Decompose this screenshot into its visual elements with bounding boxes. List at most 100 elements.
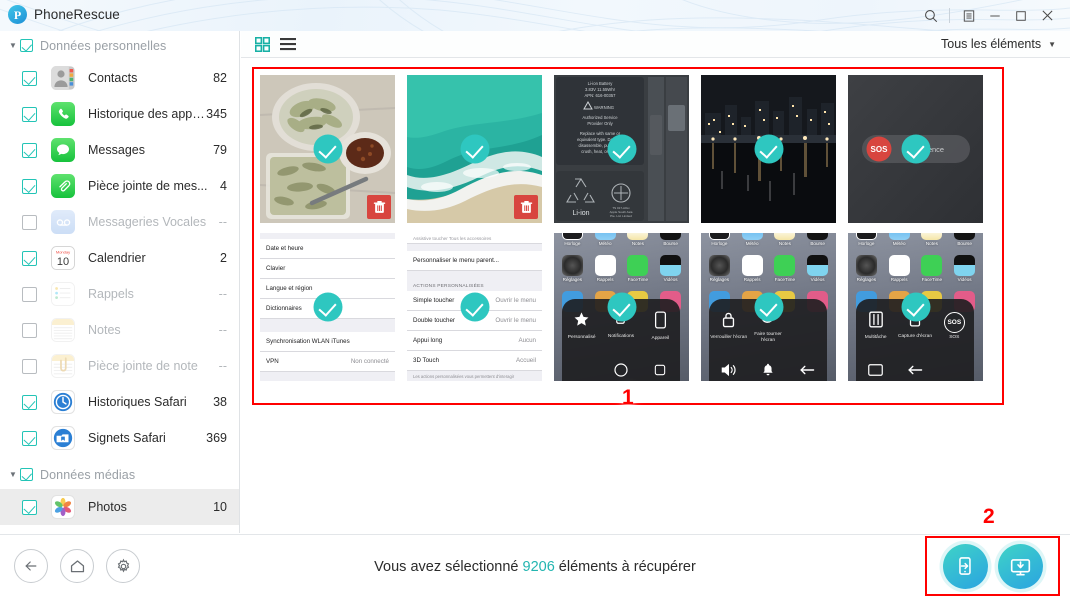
selected-check-icon[interactable]	[313, 134, 342, 164]
photo-thumbnail[interactable]: Li-ion Battery 3.83V 11.55Whr APN: 616-0…	[554, 75, 689, 223]
selected-check-icon[interactable]	[460, 134, 489, 164]
sidebar-item-message-attachment[interactable]: Pièce jointe de mes... 4	[0, 168, 239, 204]
recover-to-computer-button[interactable]	[997, 543, 1043, 589]
item-checkbox[interactable]	[22, 106, 37, 122]
sidebar-item-voicemail[interactable]: Messageries Vocales --	[0, 204, 239, 240]
maximize-icon[interactable]	[1008, 0, 1034, 31]
trash-icon[interactable]	[367, 195, 391, 219]
sidebar-item-messages[interactable]: Messages 79	[0, 132, 239, 168]
ios-row: Clavier	[260, 259, 395, 279]
sidebar-item-notes[interactable]: Notes --	[0, 312, 239, 348]
chevron-down-icon[interactable]: ▼	[6, 470, 20, 479]
list-view-icon[interactable]	[280, 37, 296, 51]
sidebar-item-call-history[interactable]: Historique des appels 345	[0, 96, 239, 132]
grid-view-icon[interactable]	[255, 36, 270, 52]
sidebar-item-label: Notes	[88, 323, 121, 337]
sidebar-item-count: 82	[213, 71, 227, 85]
svg-text:Pte. Ltd. Limited: Pte. Ltd. Limited	[610, 214, 632, 218]
item-checkbox[interactable]	[22, 142, 37, 158]
recover-to-device-button[interactable]	[942, 543, 988, 589]
minimize-icon[interactable]	[982, 0, 1008, 31]
status-count: 9206	[522, 559, 555, 575]
sidebar-item-label: Photos	[88, 500, 127, 514]
sidebar-item-count: 2	[220, 251, 227, 265]
ios-row: Appui long Aucun	[407, 331, 542, 351]
filter-dropdown[interactable]: Tous les éléments ▼	[941, 37, 1056, 51]
photo-thumbnail[interactable]	[260, 75, 395, 223]
item-checkbox[interactable]	[22, 394, 37, 410]
ios-row: Date et heure	[260, 239, 395, 259]
photo-thumbnail[interactable]	[407, 75, 542, 223]
ios-footer-text: Les actions personnalisées vous permette…	[413, 374, 515, 379]
chevron-down-icon[interactable]: ▼	[6, 41, 20, 50]
sidebar-item-count: --	[218, 323, 227, 337]
sidebar-item-count: 369	[206, 431, 227, 445]
screenshot-thumbnail[interactable]: Horloge Météo Notes Bourse Réglages Rapp…	[701, 233, 836, 381]
svg-text:Li-ion Battery: Li-ion Battery	[588, 81, 614, 86]
menu-icon[interactable]	[956, 0, 982, 31]
item-checkbox[interactable]	[22, 70, 37, 86]
reminders-icon	[51, 282, 75, 306]
phonerescue-logo-icon: P	[8, 5, 27, 24]
selected-check-icon[interactable]	[754, 292, 783, 322]
item-checkbox[interactable]	[22, 499, 37, 515]
sidebar-item-photos[interactable]: Photos 10	[0, 489, 239, 525]
svg-text:Li-ion: Li-ion	[572, 210, 589, 217]
sidebar-item-reminders[interactable]: Rappels --	[0, 276, 239, 312]
item-checkbox[interactable]	[22, 322, 37, 338]
sidebar[interactable]: ▼ Données personnelles Contacts 82 Histo…	[0, 31, 240, 533]
sidebar-item-safari-history[interactable]: Historiques Safari 38	[0, 384, 239, 420]
selected-check-icon[interactable]	[901, 292, 930, 322]
selected-check-icon[interactable]	[313, 292, 342, 322]
photos-icon	[51, 495, 75, 519]
sidebar-item-safari-bookmarks[interactable]: Signets Safari 369	[0, 420, 239, 456]
ios-row: Synchronisation WLAN iTunes	[260, 332, 395, 352]
photo-thumbnail[interactable]	[701, 75, 836, 223]
safari-bookmarks-icon	[51, 426, 75, 450]
item-checkbox[interactable]	[22, 214, 37, 230]
sidebar-item-note-attachment[interactable]: Pièce jointe de note --	[0, 348, 239, 384]
sidebar-group-media-data[interactable]: ▼ Données médias	[0, 460, 239, 489]
sidebar-item-label: Contacts	[88, 71, 138, 85]
search-icon[interactable]	[918, 0, 944, 31]
app-logo-group: P PhoneRescue	[8, 5, 120, 24]
content-toolbar: Tous les éléments ▼	[241, 31, 1070, 58]
item-checkbox[interactable]	[22, 430, 37, 446]
note-attachment-icon	[51, 354, 75, 378]
close-icon[interactable]	[1034, 0, 1060, 31]
ios-row: VPN Non connecté	[260, 352, 395, 372]
filter-label: Tous les éléments	[941, 37, 1042, 51]
trash-icon[interactable]	[514, 195, 538, 219]
ios-row: Personnaliser le menu parent...	[407, 251, 542, 271]
item-checkbox[interactable]	[22, 178, 37, 194]
screenshot-thumbnail[interactable]: Assistive toucher Tous les accessoires P…	[407, 233, 542, 381]
group-checkbox[interactable]	[20, 39, 33, 52]
svg-text:WARNING: WARNING	[594, 105, 614, 110]
photo-gallery-grid[interactable]: Li-ion Battery 3.83V 11.55Whr APN: 616-0…	[252, 67, 1004, 405]
selected-check-icon[interactable]	[607, 134, 636, 164]
screenshot-thumbnail[interactable]: Horloge Météo Notes Bourse Réglages Rapp…	[848, 233, 983, 381]
sidebar-item-label: Historiques Safari	[88, 395, 187, 409]
ios-row-partial: Assistive toucher Tous les accessoires	[407, 233, 542, 244]
selected-check-icon[interactable]	[460, 292, 489, 322]
chevron-down-icon[interactable]: ▼	[1048, 40, 1056, 49]
selected-check-icon[interactable]	[901, 134, 930, 164]
group-checkbox[interactable]	[20, 468, 33, 481]
item-checkbox[interactable]	[22, 250, 37, 266]
sidebar-item-calendar[interactable]: Monday 10 Calendrier 2	[0, 240, 239, 276]
item-checkbox[interactable]	[22, 358, 37, 374]
sidebar-item-contacts[interactable]: Contacts 82	[0, 60, 239, 96]
svg-text:SOS: SOS	[871, 145, 889, 154]
sidebar-item-count: 345	[206, 107, 227, 121]
sidebar-item-label: Rappels	[88, 287, 134, 301]
screenshot-thumbnail[interactable]: Date et heure Clavier Langue et région D…	[260, 233, 395, 381]
sidebar-item-label: Messageries Vocales	[88, 215, 207, 229]
photo-thumbnail[interactable]: SOS Urgence	[848, 75, 983, 223]
voicemail-icon	[51, 210, 75, 234]
selected-check-icon[interactable]	[607, 292, 636, 322]
selected-check-icon[interactable]	[754, 134, 783, 164]
phone-icon	[51, 102, 75, 126]
screenshot-thumbnail[interactable]: Horloge Météo Notes Bourse Réglages Rapp…	[554, 233, 689, 381]
item-checkbox[interactable]	[22, 286, 37, 302]
sidebar-group-personal-data[interactable]: ▼ Données personnelles	[0, 31, 239, 60]
